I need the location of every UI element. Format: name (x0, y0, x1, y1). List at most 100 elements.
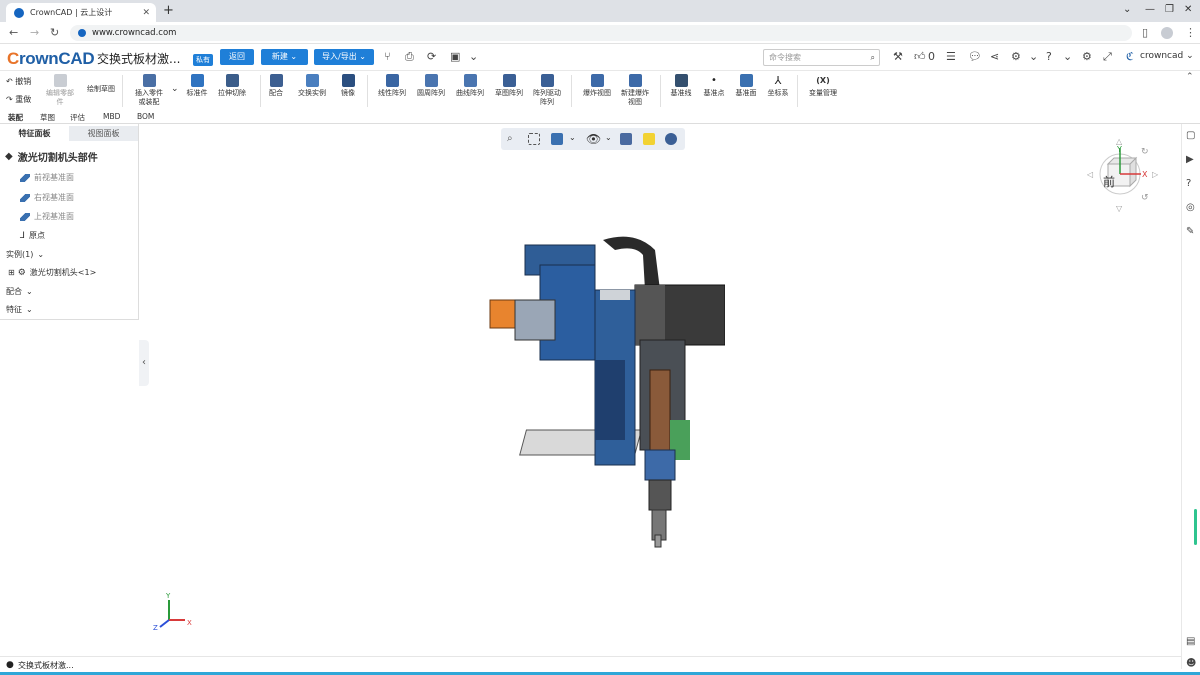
save-dropdown-icon[interactable]: ⌄ (469, 50, 478, 63)
rotate-up-icon[interactable]: △ (1116, 137, 1123, 146)
close-window-icon[interactable]: ✕ (1184, 4, 1192, 15)
tools-icon[interactable]: ⚒ (893, 50, 903, 63)
like-icon[interactable]: 👍︎ (914, 50, 926, 63)
coord-system-button[interactable]: ⅄ 坐标系 (764, 74, 792, 98)
instances-group[interactable]: 实例(1) ⌄ (6, 249, 44, 260)
new-button[interactable]: 新建 ⌄ (261, 49, 308, 65)
tree-item-origin[interactable]: ⅃ 原点 (6, 230, 45, 241)
ref-point-button[interactable]: • 基准点 (700, 74, 728, 98)
chevron-down-icon[interactable]: ⌄ (1123, 4, 1131, 15)
fit-view-icon[interactable] (528, 133, 540, 145)
insert-dropdown-icon[interactable]: ⌄ (171, 84, 179, 94)
tab-bom[interactable]: BOM (137, 112, 154, 121)
appearance-icon[interactable] (643, 133, 655, 145)
visibility-icon[interactable]: 👁︎ (586, 133, 601, 145)
help-dropdown-icon[interactable]: ⌄ (1063, 50, 1072, 63)
tree-item-instance[interactable]: ⊞ ⚙ 激光切割机头<1> (8, 267, 96, 278)
rotate-right-icon[interactable]: ▷ (1152, 170, 1159, 179)
pattern-driven-button[interactable]: 阵列驱动阵列 (532, 74, 562, 107)
view-cube[interactable]: 前 Y X ◁ ▷ △ ▽ ↻ ↺ (1083, 136, 1159, 212)
mates-group[interactable]: 配合 ⌄ (6, 286, 33, 297)
settings-dropdown-icon[interactable]: ⌄ (1029, 50, 1038, 63)
tab-view-panel[interactable]: 视图面板 (69, 126, 138, 141)
import-export-button[interactable]: 导入/导出 ⌄ (314, 49, 374, 65)
chevron-down-icon[interactable]: ⌄ (569, 133, 576, 142)
tab-feature-panel[interactable]: 特征面板 (0, 126, 69, 141)
username[interactable]: crowncad ⌄ (1140, 51, 1194, 61)
preferences-icon[interactable]: ⚙ (1082, 50, 1092, 63)
wrench-icon[interactable]: ✎ (1186, 226, 1194, 237)
scroll-indicator[interactable] (1194, 509, 1197, 545)
notes-icon[interactable]: ▤ (1186, 636, 1195, 647)
reload-icon[interactable]: ↻ (50, 26, 59, 39)
tab-sketch[interactable]: 草图 (40, 112, 55, 123)
back-button[interactable]: 返回 (220, 49, 254, 65)
branch-icon[interactable]: ⑂ (384, 50, 391, 63)
toolbar-collapse-icon[interactable]: ⌃ (1186, 72, 1194, 82)
insert-part-button[interactable]: 插入零件或装配 (132, 74, 166, 107)
var-manage-button[interactable]: (X) 变量管理 (804, 74, 842, 98)
crowncad-logo[interactable]: CrownCAD (7, 49, 95, 69)
comment-icon[interactable]: 💬︎ (968, 50, 982, 63)
minimize-icon[interactable]: — (1145, 4, 1155, 15)
profile-avatar[interactable] (1161, 27, 1173, 39)
share-icon[interactable]: ⋖ (990, 50, 999, 63)
model-viewport-3d[interactable] (485, 230, 725, 550)
section-view-icon[interactable] (620, 133, 632, 145)
folder-icon[interactable]: ▢ (1186, 130, 1195, 141)
undo-button[interactable]: ↶ 撤销 (6, 76, 31, 87)
expand-icon[interactable]: ⊞ (8, 268, 15, 277)
forward-icon[interactable]: → (30, 26, 39, 39)
mate-button[interactable]: 配合 (265, 74, 287, 98)
rotate-left-icon[interactable]: ◁ (1086, 170, 1093, 179)
fullscreen-icon[interactable]: ⤢ (1103, 50, 1112, 64)
restore-icon[interactable]: ❐ (1165, 4, 1174, 15)
tab-mbd[interactable]: MBD (103, 112, 120, 121)
browser-tab[interactable]: CrownCAD | 云上设计 ✕ (6, 3, 156, 22)
rotate-ccw-icon[interactable]: ↺ (1141, 193, 1149, 203)
ref-line-button[interactable]: 基准线 (667, 74, 695, 98)
tree-item-top-plane[interactable]: 上视基准面 (6, 211, 74, 222)
tree-item-front-plane[interactable]: 前视基准面 (6, 172, 74, 183)
stretch-cut-button[interactable]: 拉伸切除 (216, 74, 248, 98)
users-icon[interactable]: ☻ (1186, 658, 1196, 669)
new-tab-icon[interactable]: + (163, 3, 174, 18)
sketch-pattern-button[interactable]: 草图阵列 (492, 74, 526, 98)
zoom-icon[interactable]: ⌕ (507, 133, 519, 145)
status-doc-name[interactable]: 交换式板材激... (18, 661, 74, 670)
linear-pattern-button[interactable]: 线性阵列 (375, 74, 409, 98)
swap-instance-button[interactable]: 交换实例 (296, 74, 328, 98)
settings-icon[interactable]: ⚙ (1011, 50, 1021, 63)
render-mode-icon[interactable] (665, 133, 677, 145)
refresh-icon[interactable]: ⟳ (427, 50, 436, 63)
edit-part-button[interactable]: 编辑零部件 (44, 74, 76, 107)
search-icon[interactable]: ⌕ (871, 50, 875, 65)
new-explode-view-button[interactable]: 新建爆炸视图 (618, 74, 652, 107)
print-icon[interactable]: ⎙ (405, 50, 414, 64)
render-icon[interactable]: ◎ (1186, 202, 1195, 213)
curve-pattern-button[interactable]: 曲线阵列 (453, 74, 487, 98)
layers-icon[interactable]: ☰ (946, 50, 956, 63)
tree-item-right-plane[interactable]: 右视基准面 (6, 192, 74, 203)
back-icon[interactable]: ← (9, 26, 18, 39)
redo-button[interactable]: ↷ 重做 (6, 94, 31, 105)
rotate-down-icon[interactable]: ▽ (1116, 204, 1123, 212)
rotate-cw-icon[interactable]: ↻ (1141, 147, 1149, 157)
video-icon[interactable]: ▶ (1186, 154, 1194, 165)
save-icon[interactable]: ▣ (450, 50, 460, 63)
mirror-button[interactable]: 镜像 (337, 74, 359, 98)
ref-plane-button[interactable]: 基准面 (732, 74, 760, 98)
tab-assembly[interactable]: 装配 (8, 112, 23, 123)
features-group[interactable]: 特征 ⌄ (6, 304, 33, 315)
standard-part-button[interactable]: 标准件 (184, 74, 210, 98)
chevron-down-icon[interactable]: ⌄ (605, 133, 612, 142)
assembly-root[interactable]: ◆ 激光切割机头部件 (5, 149, 98, 164)
sidebar-icon[interactable]: ▯ (1142, 26, 1148, 39)
command-search-input[interactable]: 命令搜索 ⌕ (763, 49, 880, 66)
explode-view-button[interactable]: 爆炸视图 (580, 74, 614, 98)
document-title[interactable]: 交换式板材激... (97, 50, 180, 67)
draw-sketch-button[interactable]: 绘制草图 (85, 85, 117, 94)
menu-icon[interactable]: ⋮ (1185, 26, 1196, 39)
view-orientation-icon[interactable] (551, 133, 563, 145)
close-tab-icon[interactable]: ✕ (142, 8, 150, 18)
